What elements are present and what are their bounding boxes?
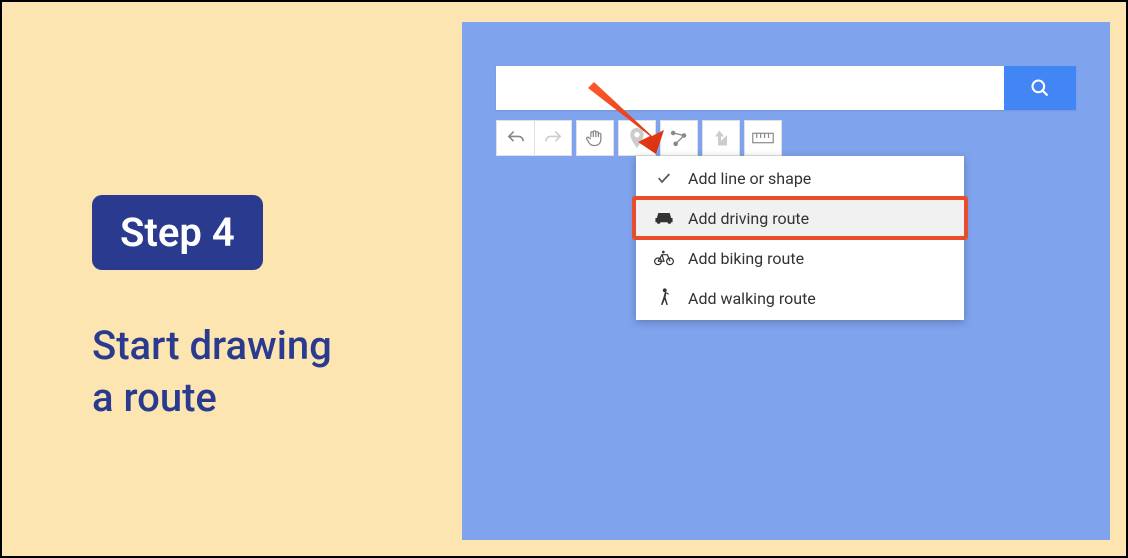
instruction-pane: Step 4 Start drawing a route — [2, 2, 462, 556]
hand-tool-button[interactable] — [576, 120, 614, 156]
redo-button[interactable] — [534, 120, 572, 156]
marker-icon — [629, 128, 645, 148]
undo-icon — [506, 130, 526, 146]
car-icon — [654, 208, 674, 228]
tutorial-slide: Step 4 Start drawing a route — [0, 0, 1128, 558]
ruler-icon — [752, 131, 774, 145]
dropdown-item-line-shape[interactable]: Add line or shape — [636, 158, 964, 198]
dropdown-item-driving-route[interactable]: Add driving route — [636, 198, 964, 238]
instruction-line-1: Start drawing — [92, 322, 332, 369]
search-bar — [496, 66, 1076, 110]
search-input[interactable] — [496, 66, 1004, 110]
draw-line-tool-button[interactable] — [660, 120, 698, 156]
directions-icon — [712, 129, 730, 147]
dropdown-item-label: Add walking route — [688, 289, 816, 308]
draw-line-dropdown: Add line or shape Add driving route — [636, 156, 964, 320]
directions-tool-button[interactable] — [702, 120, 740, 156]
instruction-text: Start drawing a route — [92, 320, 402, 424]
walk-icon — [654, 288, 674, 308]
toolbar — [496, 120, 782, 156]
step-badge: Step 4 — [92, 195, 263, 270]
redo-icon — [543, 130, 563, 146]
check-icon — [654, 168, 674, 188]
undo-button[interactable] — [496, 120, 534, 156]
measure-tool-button[interactable] — [744, 120, 782, 156]
hand-icon — [585, 128, 605, 148]
polyline-icon — [669, 128, 689, 148]
search-button[interactable] — [1004, 66, 1076, 110]
dropdown-item-walking-route[interactable]: Add walking route — [636, 278, 964, 318]
dropdown-item-label: Add driving route — [688, 209, 809, 228]
app-screenshot: Add line or shape Add driving route — [462, 22, 1110, 540]
instruction-line-2: a route — [92, 374, 217, 421]
bike-icon — [654, 248, 674, 268]
dropdown-item-label: Add biking route — [688, 249, 804, 268]
marker-tool-button[interactable] — [618, 120, 656, 156]
dropdown-item-biking-route[interactable]: Add biking route — [636, 238, 964, 278]
search-icon — [1030, 78, 1050, 98]
dropdown-item-label: Add line or shape — [688, 169, 811, 188]
